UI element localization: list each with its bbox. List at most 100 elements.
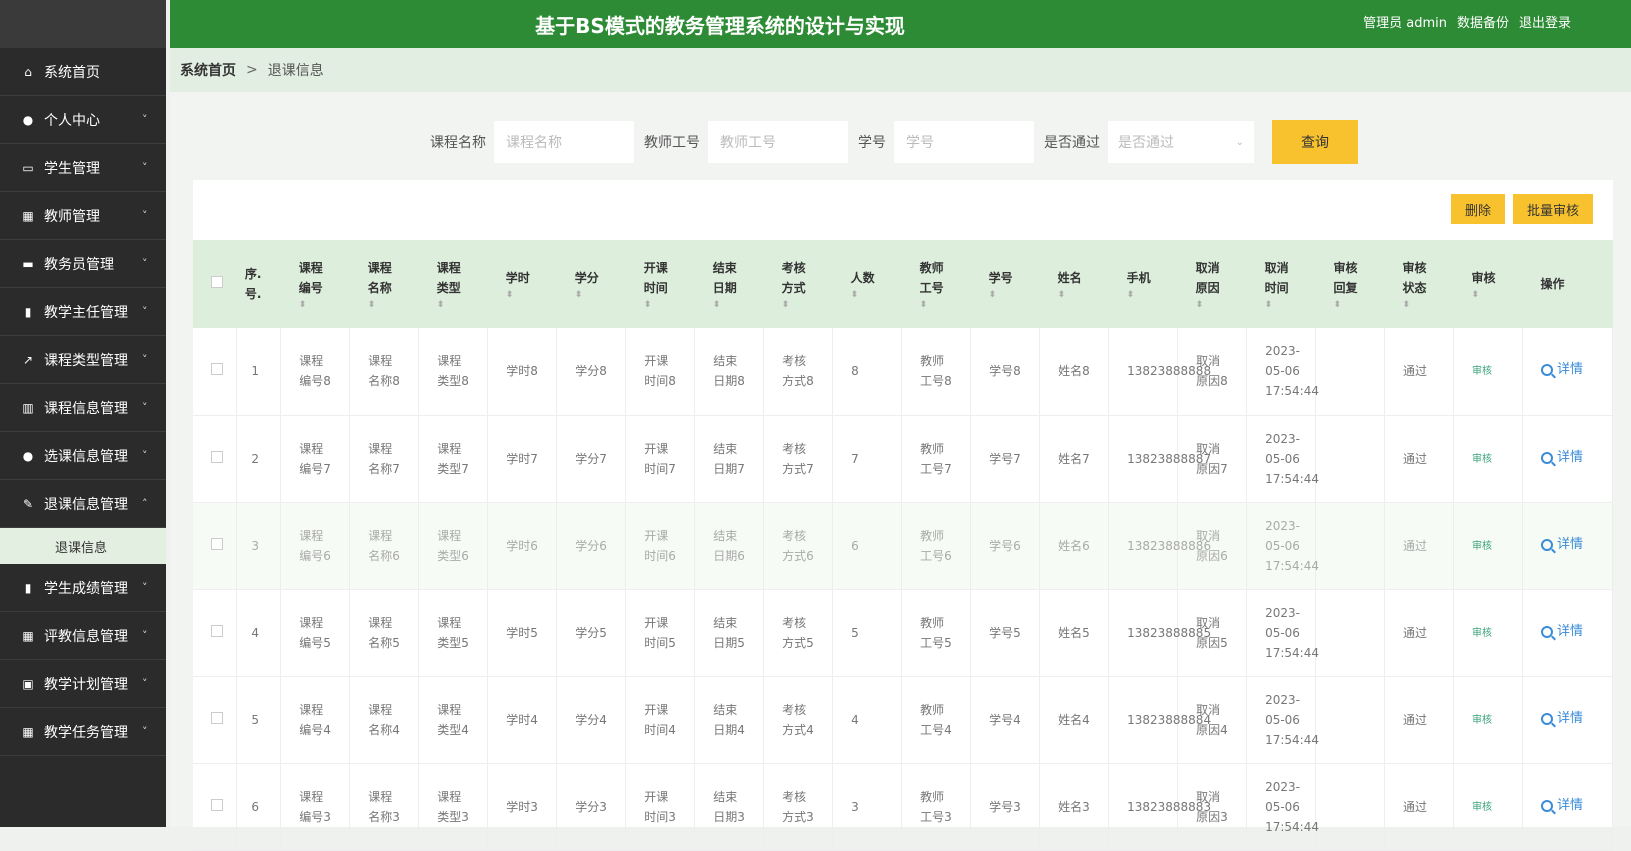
sort-icon[interactable]: ⬍	[713, 300, 746, 310]
audit-link[interactable]: 审核	[1472, 454, 1492, 465]
course-name-label: 课程名称	[430, 135, 486, 151]
sort-icon[interactable]: ⬍	[299, 300, 332, 310]
sidebar-item[interactable]: ▮ 学生成绩管理 ˅	[0, 564, 166, 612]
passed-select[interactable]: 是否通过 ⌄	[1108, 121, 1254, 163]
sort-icon[interactable]: ⬍	[368, 300, 401, 310]
sidebar-item[interactable]: ▣ 教学计划管理 ˅	[0, 660, 166, 708]
row-select[interactable]	[193, 763, 238, 851]
cell-audit: 审核	[1453, 502, 1523, 590]
sidebar-item[interactable]: ▬ 教务员管理 ˅	[0, 240, 166, 288]
sort-icon[interactable]: ⬍	[851, 290, 884, 300]
column-header[interactable]: 手机 ⬍	[1108, 240, 1178, 328]
sidebar-item[interactable]: ▭ 学生管理 ˅	[0, 144, 166, 192]
sidebar-item[interactable]: ✎ 退课信息管理 ˄	[0, 480, 166, 528]
breadcrumb-separator: >	[246, 62, 258, 78]
sort-icon[interactable]: ⬍	[437, 300, 470, 310]
row-select[interactable]	[193, 589, 238, 677]
detail-button[interactable]: 详情	[1541, 796, 1583, 816]
column-header[interactable]: 姓名 ⬍	[1039, 240, 1109, 328]
column-header[interactable]: 教师工号 ⬍	[901, 240, 971, 328]
row-select[interactable]	[193, 676, 238, 764]
batch-audit-button[interactable]: 批量审核	[1512, 194, 1593, 224]
column-header[interactable]: 序.号.	[236, 240, 281, 328]
sort-icon[interactable]: ⬍	[782, 300, 815, 310]
detail-button[interactable]: 详情	[1541, 535, 1583, 555]
row-select[interactable]	[193, 502, 238, 590]
row-select[interactable]	[193, 328, 238, 416]
cell-end: 结束日期5	[694, 589, 765, 677]
detail-button[interactable]: 详情	[1541, 448, 1583, 468]
sidebar-item[interactable]: ● 个人中心 ˅	[0, 96, 166, 144]
audit-link[interactable]: 审核	[1472, 715, 1492, 726]
row-checkbox[interactable]	[211, 537, 223, 550]
sidebar-item[interactable]: ▦ 教学任务管理 ˅	[0, 708, 166, 756]
column-header[interactable]: 课程类型 ⬍	[418, 240, 488, 328]
row-checkbox[interactable]	[211, 363, 223, 376]
row-checkbox[interactable]	[211, 450, 223, 463]
sort-icon[interactable]: ⬍	[1403, 300, 1436, 310]
column-header[interactable]: 开课时间 ⬍	[625, 240, 695, 328]
teacher-id-input[interactable]	[708, 121, 848, 163]
chevron-down-icon: ˅	[142, 581, 148, 594]
breadcrumb-home[interactable]: 系统首页	[180, 60, 236, 80]
passed-select-placeholder: 是否通过	[1118, 135, 1174, 151]
column-header[interactable]: 操作	[1522, 240, 1613, 328]
column-header[interactable]: 取消时间 ⬍	[1246, 240, 1316, 328]
audit-link[interactable]: 审核	[1472, 366, 1492, 377]
course-name-input[interactable]	[494, 121, 634, 163]
sidebar-item[interactable]: ↗ 课程类型管理 ˅	[0, 336, 166, 384]
audit-link[interactable]: 审核	[1472, 802, 1492, 813]
delete-button[interactable]: 删除	[1450, 194, 1505, 224]
column-header[interactable]: 考核方式 ⬍	[763, 240, 833, 328]
column-header[interactable]: 课程名称 ⬍	[349, 240, 419, 328]
detail-button[interactable]: 详情	[1541, 360, 1583, 380]
column-header[interactable]: 人数 ⬍	[832, 240, 902, 328]
column-header[interactable]: 审核 ⬍	[1453, 240, 1523, 328]
detail-button[interactable]: 详情	[1541, 622, 1583, 642]
sidebar-item[interactable]: ▥ 课程信息管理 ˅	[0, 384, 166, 432]
row-checkbox[interactable]	[211, 798, 223, 811]
audit-link[interactable]: 审核	[1472, 541, 1492, 552]
sidebar-item[interactable]: ▮ 教学主任管理 ˅	[0, 288, 166, 336]
logout-link[interactable]: 退出登录	[1519, 12, 1571, 31]
sidebar-item[interactable]: ⌂ 系统首页	[0, 48, 166, 96]
column-header[interactable]: 结束日期 ⬍	[694, 240, 764, 328]
table-row: 5 课程编号4 课程名称4 课程类型4 学时4 学分4 开课时间4 结束日期4 考核方式4 4 教师…	[193, 676, 1613, 764]
table-panel: 删除 批量审核 序.号. 课程编号 ⬍ 课程名称 ⬍ 课程类型 ⬍ 学时 ⬍ 学分 ⬍ 开课时间 ⬍ 结束…	[193, 180, 1613, 851]
cell-status: 通过	[1384, 415, 1455, 503]
query-button[interactable]: 查询	[1272, 120, 1358, 164]
column-header[interactable]: 学分 ⬍	[556, 240, 626, 328]
sort-icon[interactable]: ⬍	[506, 290, 539, 300]
column-header[interactable]: 学时 ⬍	[487, 240, 557, 328]
sidebar-subitem-withdraw-info[interactable]: 退课信息	[0, 528, 166, 564]
column-header[interactable]: 取消原因 ⬍	[1177, 240, 1247, 328]
column-header[interactable]: 学号 ⬍	[970, 240, 1040, 328]
sort-icon[interactable]: ⬍	[644, 300, 677, 310]
backup-link[interactable]: 数据备份	[1457, 12, 1509, 31]
cell-reply	[1315, 328, 1386, 416]
sort-icon[interactable]: ⬍	[989, 290, 1022, 300]
sort-icon[interactable]: ⬍	[1196, 300, 1229, 310]
cell-start: 开课时间3	[625, 763, 696, 851]
sidebar-item[interactable]: ▦ 教师管理 ˅	[0, 192, 166, 240]
row-checkbox[interactable]	[211, 624, 223, 637]
sort-icon[interactable]: ⬍	[575, 290, 608, 300]
column-header[interactable]: 课程编号 ⬍	[280, 240, 350, 328]
column-header[interactable]: 审核状态 ⬍	[1384, 240, 1454, 328]
row-select[interactable]	[193, 415, 238, 503]
sidebar-item[interactable]: ▦ 评教信息管理 ˅	[0, 612, 166, 660]
select-all-checkbox[interactable]	[211, 276, 223, 288]
sort-icon[interactable]: ⬍	[1058, 290, 1091, 300]
sort-icon[interactable]: ⬍	[1472, 290, 1505, 300]
student-id-input[interactable]	[894, 121, 1034, 163]
header-select-all[interactable]	[193, 240, 237, 328]
sidebar-item[interactable]: ● 选课信息管理 ˅	[0, 432, 166, 480]
sort-icon[interactable]: ⬍	[1334, 300, 1367, 310]
row-checkbox[interactable]	[211, 711, 223, 724]
sort-icon[interactable]: ⬍	[1265, 300, 1298, 310]
detail-button[interactable]: 详情	[1541, 709, 1583, 729]
sort-icon[interactable]: ⬍	[1127, 290, 1160, 300]
audit-link[interactable]: 审核	[1472, 628, 1492, 639]
sort-icon[interactable]: ⬍	[920, 300, 953, 310]
column-header[interactable]: 审核回复 ⬍	[1315, 240, 1385, 328]
